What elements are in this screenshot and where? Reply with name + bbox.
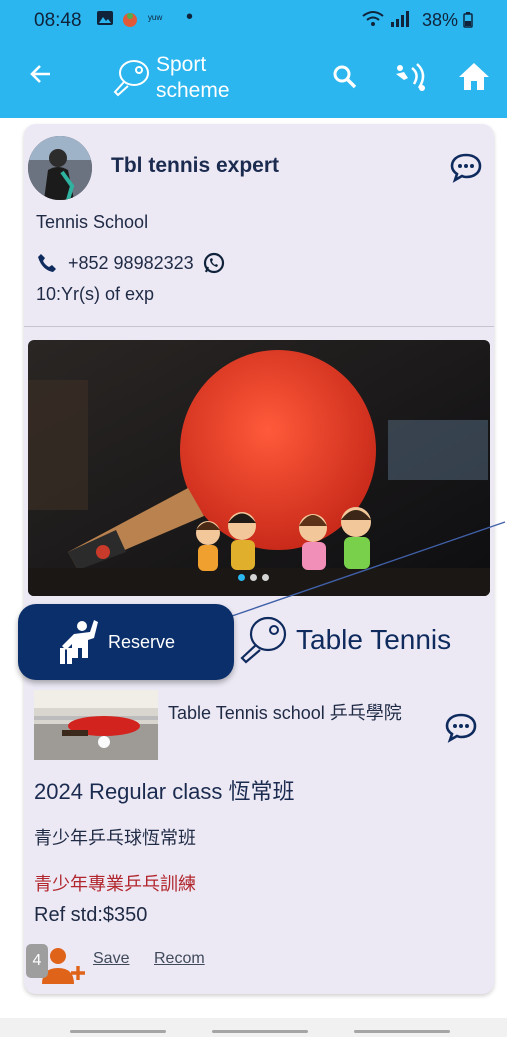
expert-name[interactable]: Tbl tennis expert bbox=[111, 154, 279, 178]
status-time: 08:48 bbox=[34, 10, 82, 31]
reference-price: Ref std:$350 bbox=[34, 904, 148, 926]
reserve-button[interactable]: Reserve bbox=[18, 604, 234, 680]
app-title-line1: Sport bbox=[156, 53, 207, 76]
battery-percent: 38% bbox=[421, 10, 458, 30]
phone-row[interactable]: +852 98982323 bbox=[36, 250, 236, 276]
save-link[interactable]: Save bbox=[93, 950, 129, 968]
more-notifications-dot: • bbox=[186, 6, 194, 28]
sport-name: Table Tennis bbox=[296, 624, 452, 655]
whatsapp-icon[interactable] bbox=[202, 251, 226, 275]
status-bar: 08:48 ʸᵘʷ • 38% bbox=[0, 0, 507, 38]
nav-home-handle[interactable] bbox=[212, 1030, 308, 1033]
search-icon[interactable] bbox=[330, 62, 360, 92]
avatar[interactable] bbox=[28, 136, 92, 200]
arrow-back-icon[interactable] bbox=[30, 62, 52, 90]
class-description: 青少年專業乒乓訓練 bbox=[34, 874, 196, 894]
class-title[interactable]: 2024 Regular class 恆常班 bbox=[34, 774, 294, 806]
ping-pong-icon bbox=[110, 56, 152, 98]
app-bar: Sport scheme bbox=[0, 38, 507, 118]
notification-text: ʸᵘʷ bbox=[148, 12, 163, 26]
school-thumbnail[interactable] bbox=[34, 690, 158, 760]
reserve-label[interactable]: Reserve bbox=[108, 632, 175, 653]
annotation-line bbox=[231, 521, 506, 617]
divider bbox=[24, 326, 494, 327]
experience-years: 10:Yr(s) of exp bbox=[36, 284, 155, 304]
app-notification-icon bbox=[120, 10, 140, 31]
nav-recents-handle[interactable] bbox=[354, 1030, 450, 1033]
participant-count: 4 bbox=[26, 944, 48, 978]
chat-bubble-icon[interactable] bbox=[449, 150, 483, 184]
class-subtitle: 青少年乒乓球恆常班 bbox=[34, 828, 196, 848]
phone-number[interactable]: +852 98982323 bbox=[68, 253, 194, 274]
battery-icon bbox=[463, 12, 473, 28]
raise-hand-icon bbox=[54, 618, 98, 666]
school-name[interactable]: Table Tennis school 乒乓學院 bbox=[168, 698, 428, 728]
expert-school: Tennis School bbox=[36, 212, 149, 232]
home-icon[interactable] bbox=[456, 58, 492, 94]
app-title-line2: scheme bbox=[156, 79, 230, 102]
chat-bubble-icon[interactable] bbox=[444, 710, 478, 744]
nav-back-handle[interactable] bbox=[70, 1030, 166, 1033]
system-nav-bar bbox=[0, 1018, 507, 1037]
status-right: 38% bbox=[361, 10, 473, 31]
app-title: Sport scheme bbox=[156, 52, 230, 104]
signal-wave-icon[interactable] bbox=[392, 60, 430, 94]
gallery-notification-icon bbox=[96, 10, 114, 29]
recommend-link[interactable]: Recom bbox=[154, 950, 205, 968]
wifi-signal-icon bbox=[362, 11, 409, 27]
phone-icon[interactable] bbox=[36, 252, 58, 274]
ping-pong-icon bbox=[238, 612, 290, 666]
